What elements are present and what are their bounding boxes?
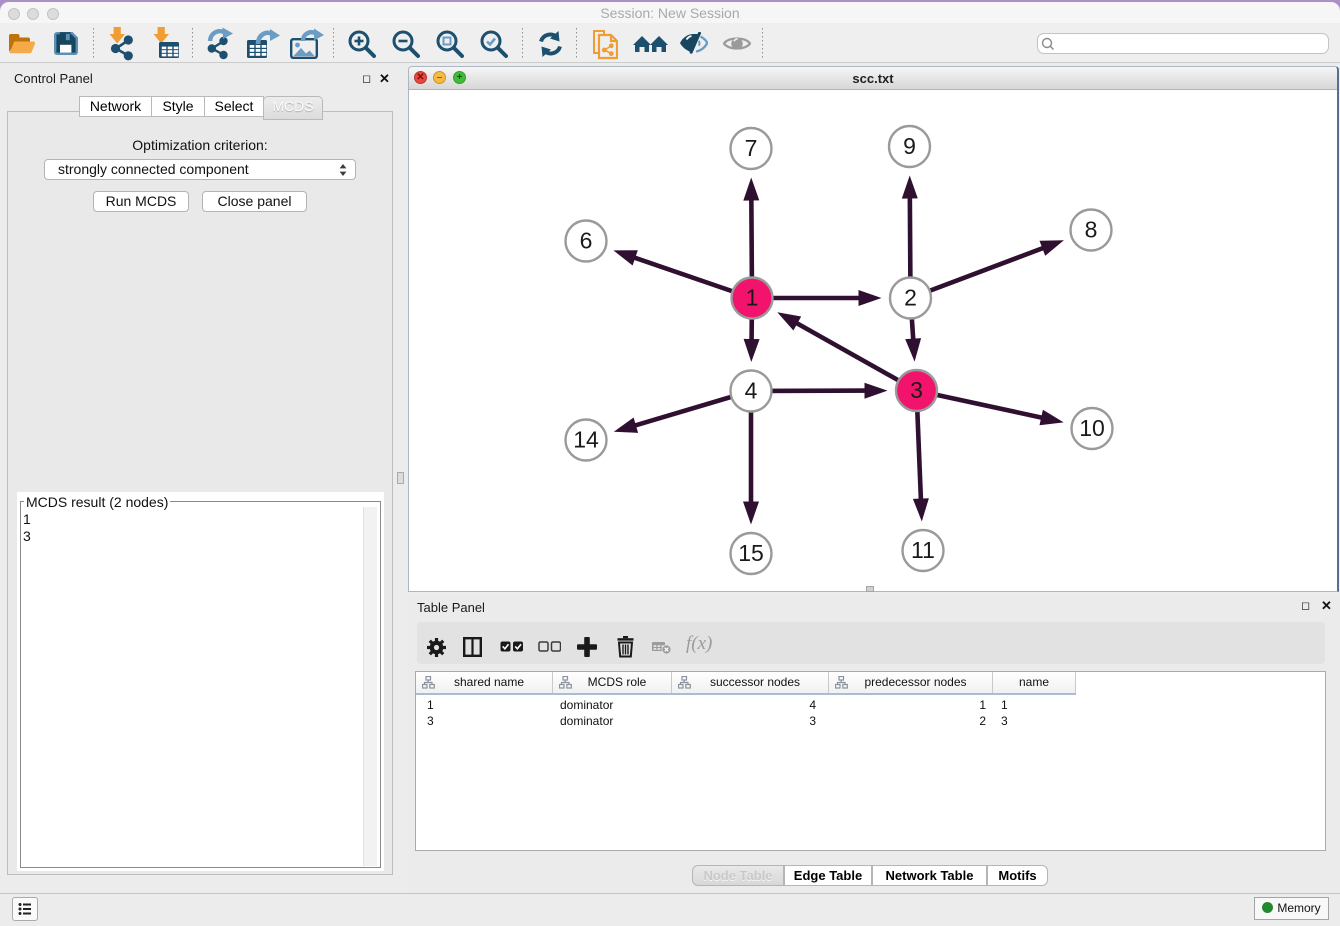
svg-text:15: 15 (738, 540, 764, 566)
svg-text:8: 8 (1085, 217, 1098, 243)
svg-text:14: 14 (573, 427, 599, 453)
svg-text:1: 1 (746, 285, 759, 311)
svg-text:4: 4 (745, 378, 758, 404)
svg-text:3: 3 (910, 377, 923, 403)
svg-text:11: 11 (911, 537, 935, 563)
svg-text:f(x): f(x) (686, 633, 712, 654)
svg-text:2: 2 (904, 285, 917, 311)
svg-text:6: 6 (580, 228, 593, 254)
svg-text:7: 7 (745, 135, 758, 161)
svg-text:10: 10 (1079, 415, 1105, 441)
svg-text:9: 9 (903, 133, 916, 159)
